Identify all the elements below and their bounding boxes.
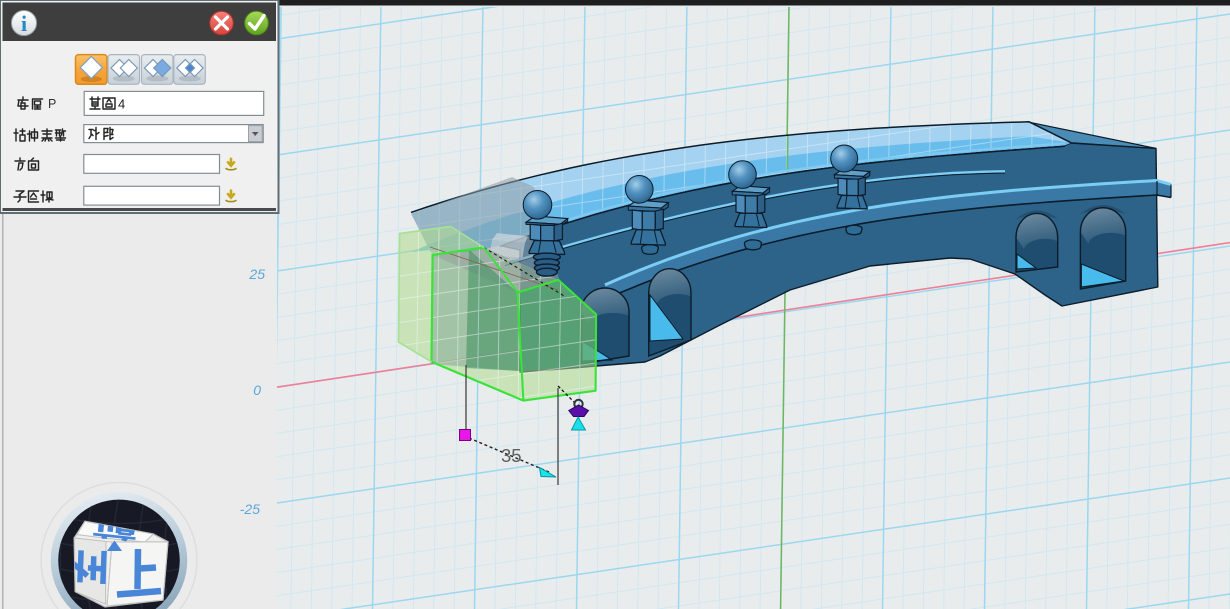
svg-text:35: 35 — [501, 445, 522, 466]
svg-text:i: i — [21, 11, 27, 36]
svg-text:25: 25 — [248, 266, 265, 282]
svg-text:4: 4 — [118, 97, 125, 112]
svg-text:P: P — [48, 97, 56, 111]
svg-text:0: 0 — [253, 382, 261, 398]
svg-text:-25: -25 — [240, 501, 260, 517]
